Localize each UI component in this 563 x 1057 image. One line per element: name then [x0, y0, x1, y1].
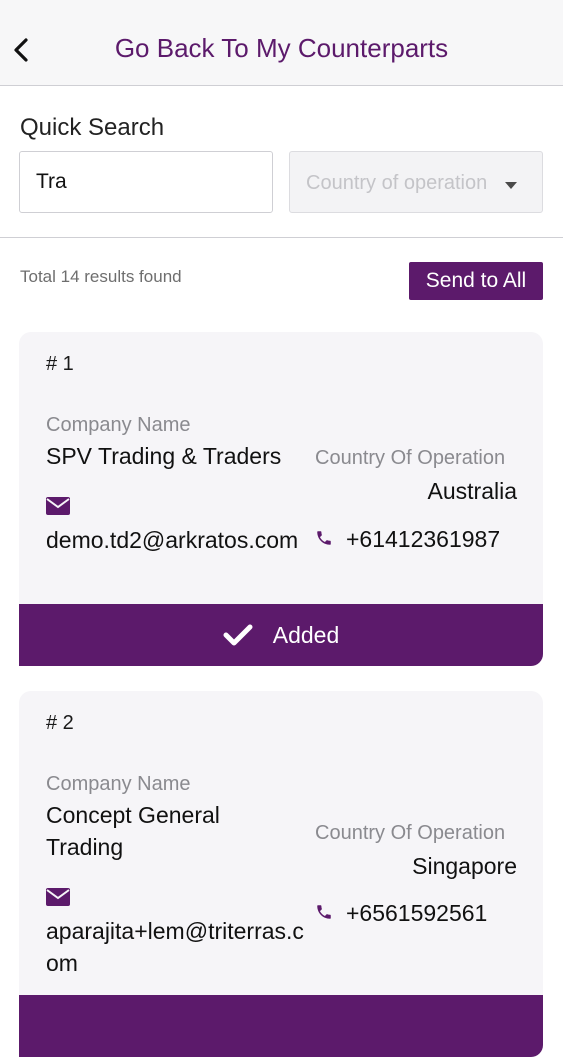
counterpart-card-2: # 2 Company Name Concept General Trading…: [19, 691, 543, 1057]
company-name-label: Company Name: [46, 414, 191, 436]
phone-value: +6561592561: [346, 900, 488, 926]
card-action-bar[interactable]: [19, 995, 543, 1057]
company-name-label: Company Name: [46, 773, 191, 795]
counterpart-card-1: # 1 Company Name SPV Trading & Traders C…: [19, 332, 543, 666]
results-count: Total 14 results found: [20, 267, 182, 286]
card-index: # 2: [46, 712, 74, 734]
company-name: Concept General Trading: [46, 802, 220, 860]
company-name: SPV Trading & Traders: [46, 443, 282, 469]
send-to-all-button[interactable]: Send to All: [409, 262, 543, 300]
phone-icon: [317, 531, 331, 545]
mail-icon: [46, 888, 70, 906]
country-of-operation-label: Country Of Operation: [315, 822, 506, 844]
quick-search-label: Quick Search: [20, 114, 165, 141]
phone-icon: [317, 905, 331, 919]
added-button[interactable]: Added: [19, 604, 543, 666]
page-title[interactable]: Go Back To My Counterparts: [0, 33, 563, 64]
phone-value: +61412361987: [346, 526, 501, 552]
country-select-placeholder: Country of operation: [306, 172, 488, 194]
mail-icon: [46, 497, 70, 515]
search-input[interactable]: [19, 151, 273, 213]
divider: [0, 237, 563, 238]
added-label: Added: [272, 621, 340, 648]
caret-down-icon: [505, 182, 517, 189]
email-value: aparajita+lem@triterras.com: [46, 918, 304, 976]
card-index: # 1: [46, 353, 74, 375]
country-value: Singapore: [412, 853, 517, 879]
email-value: demo.td2@arkratos.com: [46, 527, 299, 553]
country-select[interactable]: Country of operation: [289, 151, 543, 213]
header-bar: Go Back To My Counterparts: [0, 0, 563, 86]
checkmark-icon: [223, 624, 253, 646]
country-of-operation-label: Country Of Operation: [315, 447, 506, 469]
country-value: Australia: [427, 478, 517, 504]
